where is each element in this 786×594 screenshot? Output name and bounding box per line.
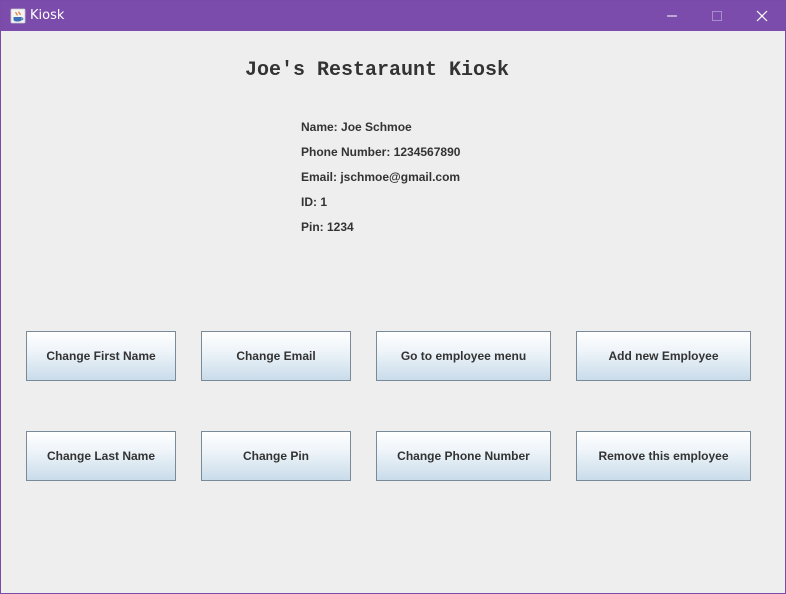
change-phone-button[interactable]: Change Phone Number: [376, 431, 551, 481]
maximize-button[interactable]: [694, 1, 740, 31]
employee-phone: Phone Number: 1234567890: [301, 145, 461, 159]
employee-menu-button[interactable]: Go to employee menu: [376, 331, 551, 381]
employee-email: Email: jschmoe@gmail.com: [301, 170, 461, 184]
remove-employee-button[interactable]: Remove this employee: [576, 431, 751, 481]
title-bar[interactable]: Kiosk: [1, 1, 785, 31]
change-email-button[interactable]: Change Email: [201, 331, 351, 381]
employee-id: ID: 1: [301, 195, 328, 209]
change-first-name-button[interactable]: Change First Name: [26, 331, 176, 381]
employee-name: Name: Joe Schmoe: [301, 120, 412, 134]
change-last-name-button[interactable]: Change Last Name: [26, 431, 176, 481]
minimize-icon: [667, 15, 677, 17]
employee-pin: Pin: 1234: [301, 220, 354, 234]
close-icon: [756, 10, 768, 22]
window-title: Kiosk: [30, 8, 65, 23]
minimize-button[interactable]: [649, 1, 695, 31]
maximize-icon: [712, 11, 722, 21]
kiosk-window: Kiosk Joe's Restaraunt Kiosk Name: Joe S…: [0, 0, 786, 594]
change-pin-button[interactable]: Change Pin: [201, 431, 351, 481]
java-app-icon: [10, 8, 26, 24]
page-title: Joe's Restaraunt Kiosk: [244, 59, 510, 82]
add-employee-button[interactable]: Add new Employee: [576, 331, 751, 381]
close-button[interactable]: [739, 1, 785, 31]
content-panel: Joe's Restaraunt Kiosk Name: Joe Schmoe …: [1, 32, 785, 593]
